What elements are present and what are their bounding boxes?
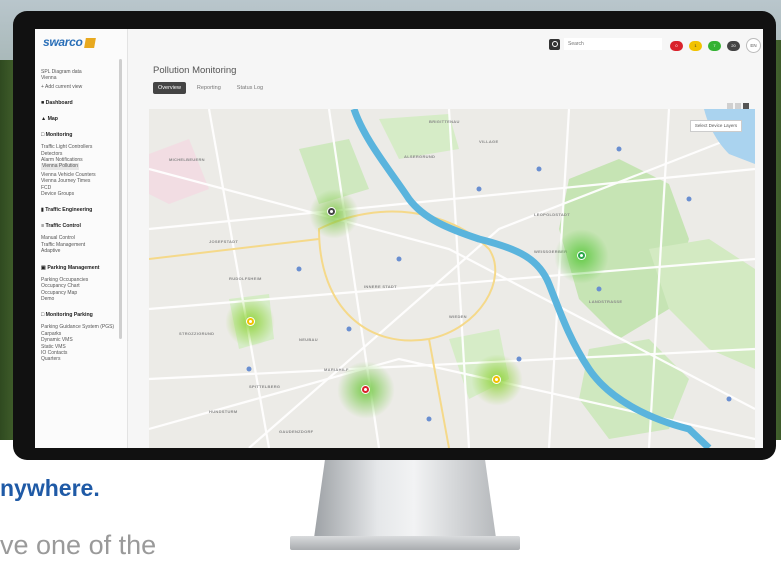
district-label: NEUBAU [299,337,318,342]
sidebar-section-monitoring[interactable]: □ Monitoring [41,132,121,138]
brand-logo[interactable]: swarco [43,35,96,49]
pollution-map[interactable]: MICHELBEUERN ALSERGRUND JOSEFSTADT INNER… [149,109,755,448]
sidebar-section-label: Dashboard [45,100,73,107]
district-label: HUNDSTURM [209,409,238,414]
district-label: VILLAGE [479,139,499,144]
marketing-headline: nywhere. [0,475,100,501]
tab-overview[interactable]: Overview [153,82,186,94]
sidebar-section-monitoring-parking[interactable]: □ Monitoring Parking [41,312,121,318]
sidebar-item-device-groups[interactable]: Device Groups [41,191,121,197]
alarm-badge-dark[interactable]: 20 [727,41,740,51]
alarm-badge-red[interactable]: 0 [670,41,683,51]
sidebar-item-adaptive[interactable]: Adaptive [41,248,121,254]
tab-status-log[interactable]: Status Log [232,82,268,94]
select-device-layers-button[interactable]: Select Device Layers [690,120,742,132]
district-label: MICHELBEUERN [169,157,205,162]
sidebar-section-label: Map [47,116,58,123]
district-label: LEOPOLDSTADT [534,212,570,217]
sidebar-section-traffic-engineering[interactable]: ▮ Traffic Engineering [41,207,121,213]
brand-name: swarco [43,35,83,49]
sidebar-section-label: Monitoring [45,132,73,139]
district-label: LANDSTRASSE [589,299,623,304]
monitor-stand-neck [314,460,496,538]
sidebar-item-vienna[interactable]: Vienna [41,75,121,81]
sidebar-section-label: Monitoring Parking [45,312,93,319]
marketing-subline: ve one of the [0,530,157,560]
add-current-view-link[interactable]: + Add current view [41,84,121,90]
sidebar-item-parking-guidance[interactable]: Parking Guidance System (PGS) [41,324,121,330]
sidebar-section-label: Traffic Control [45,223,81,230]
district-label: WIEDEN [449,314,467,319]
tab-reporting[interactable]: Reporting [192,82,226,94]
sidebar-nav: SPL Diagram data Vienna + Add current vi… [41,69,121,363]
district-label: BRIGITTENAU [429,119,460,124]
monitor-frame: swarco SPL Diagram data Vienna + Add cur… [13,11,776,460]
pollution-sensor-wieden[interactable] [492,375,501,384]
language-selector[interactable]: EN [746,38,761,53]
district-label: SPITTELBERG [249,384,281,389]
sidebar-section-map[interactable]: ▲ Map [41,116,121,122]
sidebar-section-label: Traffic Engineering [45,207,93,214]
district-label: INNERE STADT [364,284,397,289]
district-label: STROZZIGRUND [179,331,215,336]
search-input[interactable] [564,38,662,50]
sidebar-section-label: Parking Management [47,264,100,271]
pollution-sensor-mariahilf[interactable] [361,385,370,394]
district-label: RUDOLFSHEIM [229,276,262,281]
alarm-badge-green[interactable]: 7 [708,41,721,51]
sidebar-section-parking-management[interactable]: ▣ Parking Management [41,265,121,271]
sidebar-item-demo[interactable]: Demo [41,296,121,302]
danube-river [704,109,755,164]
tab-bar: Overview Reporting Status Log [153,82,268,94]
page-title: Pollution Monitoring [153,65,237,76]
monitor-stand-base [290,536,520,550]
district-label: JOSEFSTADT [209,239,239,244]
district-label: ALSERGRUND [404,154,436,159]
pollution-sensor-alsergrund[interactable] [327,207,336,216]
sidebar-item-vienna-pollution[interactable]: Vienna Pollution [41,163,80,170]
app-screen: swarco SPL Diagram data Vienna + Add cur… [35,29,763,448]
sidebar-section-dashboard[interactable]: ■ Dashboard [41,100,121,106]
district-label: GAUDENZDORF [279,429,314,434]
sidebar-section-traffic-control[interactable]: ≡ Traffic Control [41,223,121,229]
search-icon[interactable] [549,39,560,50]
sidebar: swarco SPL Diagram data Vienna + Add cur… [35,29,128,448]
pollution-sensor-leopoldstadt[interactable] [577,251,586,260]
view-toggle [725,96,755,109]
alarm-badge-yellow[interactable]: 1 [689,41,702,51]
top-bar: 0 1 7 20 EN [128,29,763,59]
brand-mark-icon [83,37,96,48]
pollution-sensor-rudolfsheim[interactable] [246,317,255,326]
sidebar-item-quarters[interactable]: Quarters [41,356,121,362]
